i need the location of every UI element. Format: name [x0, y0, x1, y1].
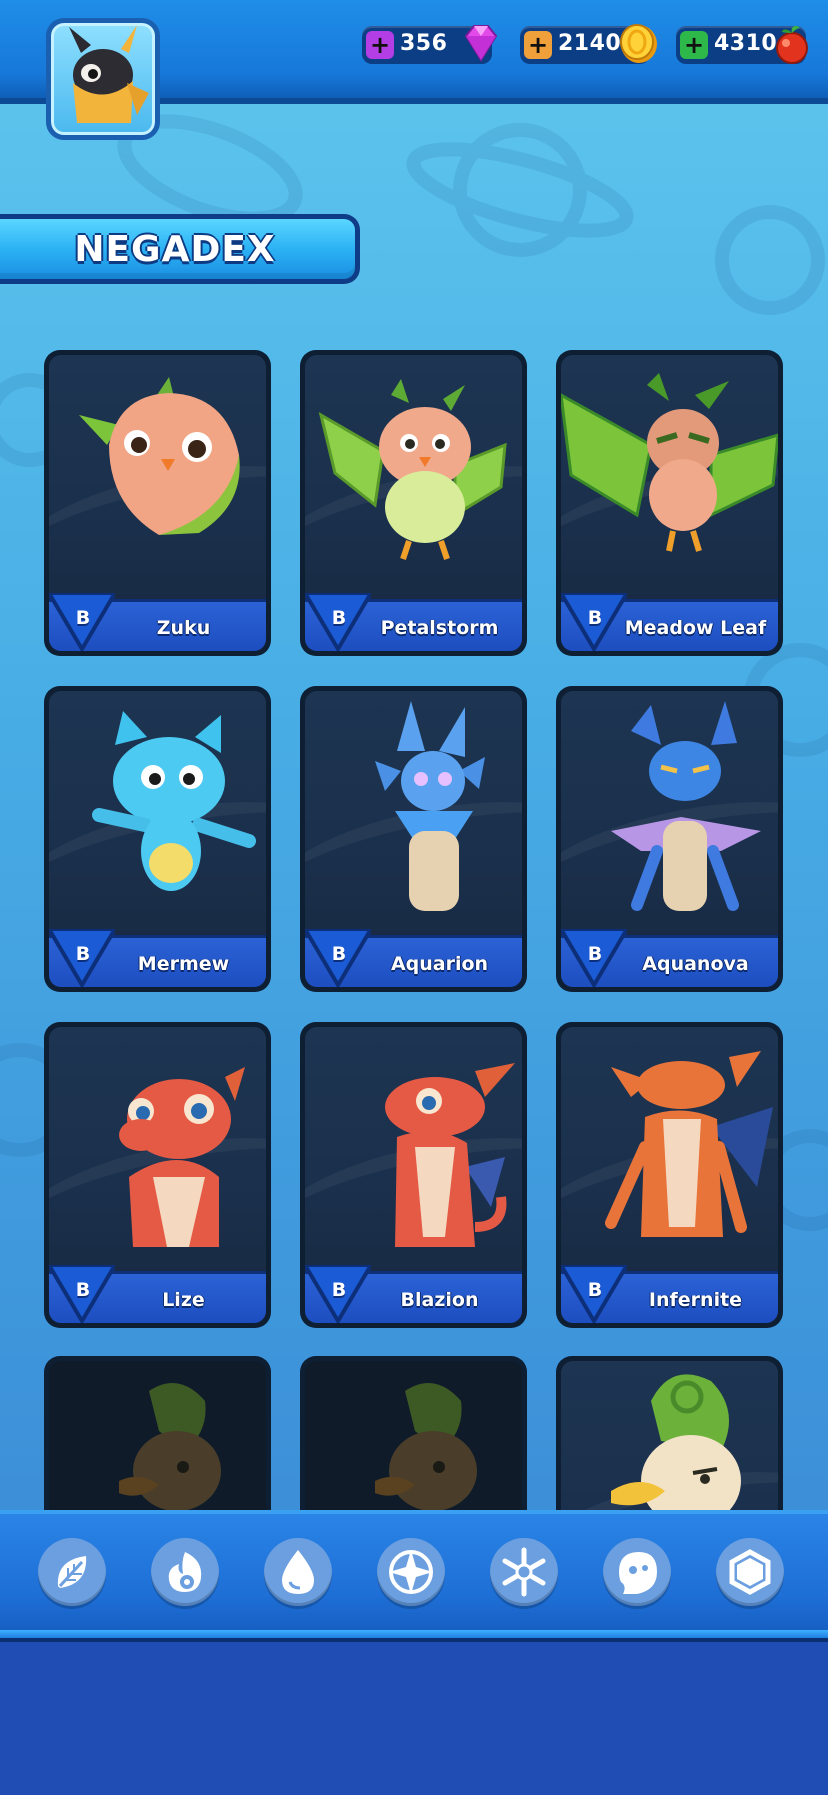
zuku-portrait [79, 377, 240, 535]
infernite-portrait [605, 1051, 773, 1237]
creature-card-locked[interactable] [300, 1356, 527, 1512]
coin-counter[interactable]: + 2140 [520, 24, 657, 64]
berry-amount: 4310 [714, 31, 778, 56]
creature-card-locked[interactable] [44, 1356, 271, 1512]
element-bar-rim [0, 1630, 828, 1642]
aquanova-portrait [611, 701, 761, 911]
rank-letter: B [75, 943, 91, 965]
add-coins-button[interactable]: + [524, 31, 552, 59]
add-gems-button[interactable]: + [366, 31, 394, 59]
filter-fire-button[interactable] [151, 1538, 219, 1606]
petalstorm-portrait [318, 379, 507, 560]
filter-rock-button[interactable] [716, 1538, 784, 1606]
negadex-title-banner: NEGADEX [0, 214, 360, 284]
flame-icon [168, 1552, 202, 1592]
blazion-portrait [385, 1063, 515, 1247]
gem-icon [464, 25, 498, 62]
bottom-panel [0, 1642, 828, 1795]
filter-ice-button[interactable] [490, 1538, 558, 1606]
aquarion-portrait [375, 701, 485, 911]
creature-card-lize[interactable]: B Lize [44, 1022, 271, 1328]
rank-letter: B [75, 1279, 91, 1301]
creature-card-sprout[interactable] [556, 1356, 783, 1512]
filter-water-button[interactable] [264, 1538, 332, 1606]
mermew-portrait [92, 711, 256, 891]
add-berries-button[interactable]: + [680, 31, 708, 59]
filter-grass-button[interactable] [38, 1538, 106, 1606]
coin-icon [620, 24, 657, 63]
star-spark-icon [389, 1550, 433, 1594]
gem-counter[interactable]: + 356 [362, 25, 498, 64]
player-creature-icon [69, 25, 149, 123]
droplet-icon [282, 1550, 314, 1594]
rank-letter: B [75, 607, 91, 629]
ghost-icon [619, 1552, 657, 1594]
creature-card-meadow-leaf[interactable]: B Meadow Leaf [556, 350, 783, 656]
locked-creature-portrait [375, 1383, 477, 1511]
creature-card-aquanova[interactable]: B Aquanova [556, 686, 783, 992]
filter-electric-button[interactable] [377, 1538, 445, 1606]
leaf-icon [57, 1556, 87, 1588]
creature-name: Infernite [648, 1289, 743, 1311]
berry-counter[interactable]: + 4310 [676, 25, 808, 64]
rank-letter: B [331, 1279, 347, 1301]
lize-portrait [119, 1067, 245, 1247]
creature-card-aquarion[interactable]: B Aquarion [300, 686, 527, 992]
rank-letter: B [331, 607, 347, 629]
locked-creature-portrait [119, 1383, 221, 1511]
creature-card-infernite[interactable]: B Infernite [556, 1022, 783, 1328]
creature-name: Petalstorm [380, 617, 499, 639]
element-filter-bar [0, 1510, 828, 1642]
creature-name: Meadow Leaf [624, 617, 767, 639]
creature-grid: B Zuku B Petalstorm B Meadow Leaf B Merm… [0, 340, 828, 1512]
creature-card-mermew[interactable]: B Mermew [44, 686, 271, 992]
rank-letter: B [587, 1279, 603, 1301]
page-title: NEGADEX [74, 229, 276, 270]
creature-card-blazion[interactable]: B Blazion [300, 1022, 527, 1328]
player-avatar[interactable] [46, 18, 160, 140]
meadow-leaf-portrait [561, 373, 778, 552]
creature-name: Blazion [400, 1289, 479, 1311]
sprout-creature-portrait [611, 1374, 741, 1512]
creature-card-zuku[interactable]: B Zuku [44, 350, 271, 656]
hexagon-icon [729, 1549, 771, 1595]
rank-letter: B [331, 943, 347, 965]
snowflake-icon [502, 1547, 546, 1597]
creature-card-petalstorm[interactable]: B Petalstorm [300, 350, 527, 656]
filter-ghost-button[interactable] [603, 1538, 671, 1606]
berry-icon [776, 25, 808, 64]
creature-name: Lize [162, 1289, 205, 1311]
creature-name: Aquarion [390, 953, 489, 975]
gem-amount: 356 [400, 31, 448, 56]
creature-name: Zuku [156, 617, 211, 639]
creature-name: Mermew [137, 953, 230, 975]
coin-amount: 2140 [558, 31, 622, 56]
creature-name: Aquanova [642, 953, 749, 975]
rank-letter: B [587, 943, 603, 965]
rank-letter: B [587, 607, 603, 629]
